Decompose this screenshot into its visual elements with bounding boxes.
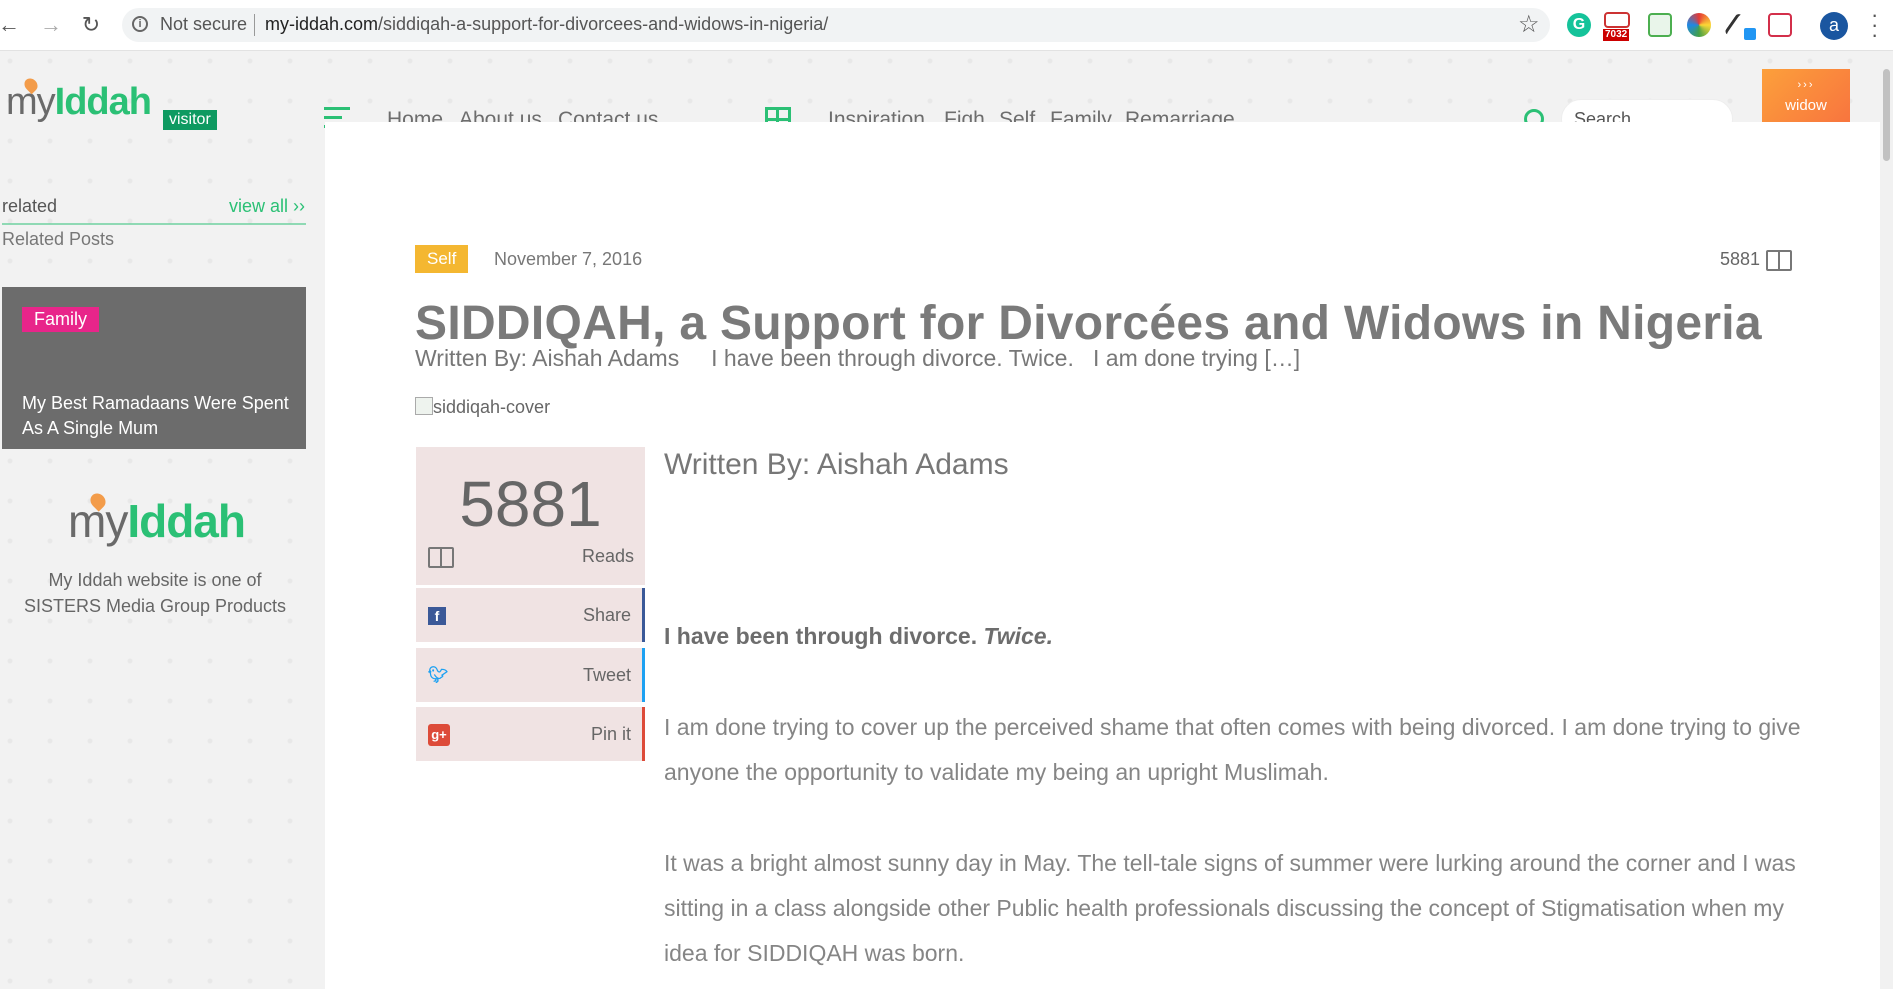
facebook-share-button[interactable]: f Share bbox=[416, 588, 645, 642]
reads-counter-label: Reads bbox=[582, 546, 635, 566]
widow-arrows: ››› bbox=[1797, 79, 1815, 91]
browser-menu-icon[interactable]: · · · bbox=[1871, 4, 1878, 46]
cover-image-alt: siddiqah-cover bbox=[433, 397, 551, 417]
url-text[interactable]: my-iddah.com/siddiqah-a-support-for-divo… bbox=[265, 14, 828, 35]
visitor-badge: visitor bbox=[163, 110, 217, 130]
star-icon[interactable]: ☆ bbox=[1518, 10, 1540, 39]
widow-label: widow bbox=[1785, 97, 1827, 114]
pin-edge bbox=[642, 707, 645, 761]
reads-counter-box: 5881 Reads bbox=[416, 447, 645, 585]
post-title: SIDDIQAH, a Support for Divorcées and Wi… bbox=[415, 297, 1762, 350]
browser-toolbar: ← → ↻ i Not secure my-iddah.com/siddiqah… bbox=[0, 0, 1893, 51]
page-scrollbar[interactable] bbox=[1880, 51, 1893, 989]
tweet-label: Tweet bbox=[582, 665, 631, 685]
extension-icon[interactable] bbox=[1648, 13, 1672, 37]
related-post-tag[interactable]: Family bbox=[22, 307, 99, 332]
eyedropper-color-swatch bbox=[1744, 28, 1756, 40]
rainbow-extension-icon[interactable] bbox=[1687, 13, 1711, 37]
url-path: /siddiqah-a-support-for-divorcees-and-wi… bbox=[378, 14, 829, 34]
grammarly-icon[interactable]: G bbox=[1567, 13, 1591, 37]
scrollbar-thumb[interactable] bbox=[1883, 69, 1890, 161]
sidebar-divider bbox=[2, 223, 306, 225]
book-icon bbox=[1766, 250, 1792, 271]
back-button[interactable]: ← bbox=[0, 12, 22, 38]
article-byline: Written By: Aishah Adams bbox=[664, 448, 1009, 481]
related-post-card[interactable]: Family My Best Ramadaans Were Spent As A… bbox=[2, 287, 306, 449]
sidebar-related-heading: related bbox=[2, 196, 58, 216]
security-label[interactable]: Not secure bbox=[160, 14, 247, 35]
sidebar-subtitle: Related Posts bbox=[2, 229, 115, 249]
reload-button[interactable]: ↻ bbox=[78, 12, 104, 38]
google-plus-share-button[interactable]: g+ Pin it bbox=[416, 707, 645, 761]
logo-iddah-text: Iddah bbox=[54, 81, 152, 123]
post-date: November 7, 2016 bbox=[494, 249, 643, 269]
lead-italic-text: Twice. bbox=[983, 623, 1053, 649]
eyedropper-icon[interactable] bbox=[1723, 12, 1746, 38]
twitter-icon: 🐦︎ bbox=[428, 667, 449, 684]
google-plus-icon: g+ bbox=[428, 724, 450, 746]
reads-book-icon bbox=[428, 547, 454, 568]
article-lead: I have been through divorce. Twice. bbox=[664, 623, 1053, 650]
article-paragraph-1: I am done trying to cover up the perceiv… bbox=[664, 714, 1801, 785]
omnibox-divider bbox=[254, 14, 255, 36]
share-label: Share bbox=[582, 605, 631, 625]
twitter-share-button[interactable]: 🐦︎ Tweet bbox=[416, 648, 645, 702]
gmail-icon[interactable] bbox=[1604, 12, 1630, 28]
article-paragraph-2: It was a bright almost sunny day in May.… bbox=[664, 850, 1796, 966]
info-icon[interactable]: i bbox=[132, 16, 148, 32]
view-all-link[interactable]: view all ›› bbox=[229, 196, 305, 217]
lead-text: I have been through divorce. bbox=[664, 623, 984, 649]
broken-image-icon bbox=[415, 397, 433, 415]
profile-avatar[interactable]: a bbox=[1820, 12, 1848, 40]
pocket-icon[interactable] bbox=[1768, 13, 1792, 37]
share-edge bbox=[642, 588, 645, 642]
url-domain: my-iddah.com bbox=[265, 14, 379, 34]
post-reads-count: 5881 bbox=[1720, 249, 1761, 269]
sidebar-about-text: My Iddah website is one of SISTERS Media… bbox=[23, 570, 287, 616]
reads-counter-number: 5881 bbox=[459, 468, 602, 540]
footer-logo-iddah-text: Iddah bbox=[127, 495, 246, 547]
gmail-count-badge: 7032 bbox=[1603, 29, 1630, 41]
pin-it-label: Pin it bbox=[590, 724, 631, 744]
related-post-title[interactable]: My Best Ramadaans Were Spent As A Single… bbox=[22, 391, 302, 441]
forward-button[interactable]: → bbox=[38, 12, 64, 38]
facebook-icon: f bbox=[428, 607, 446, 625]
post-category-badge[interactable]: Self bbox=[415, 245, 469, 273]
post-excerpt: Written By: Aishah Adams I have been thr… bbox=[415, 345, 1301, 371]
cover-image-placeholder: siddiqah-cover bbox=[415, 397, 550, 418]
tweet-edge bbox=[642, 648, 645, 702]
